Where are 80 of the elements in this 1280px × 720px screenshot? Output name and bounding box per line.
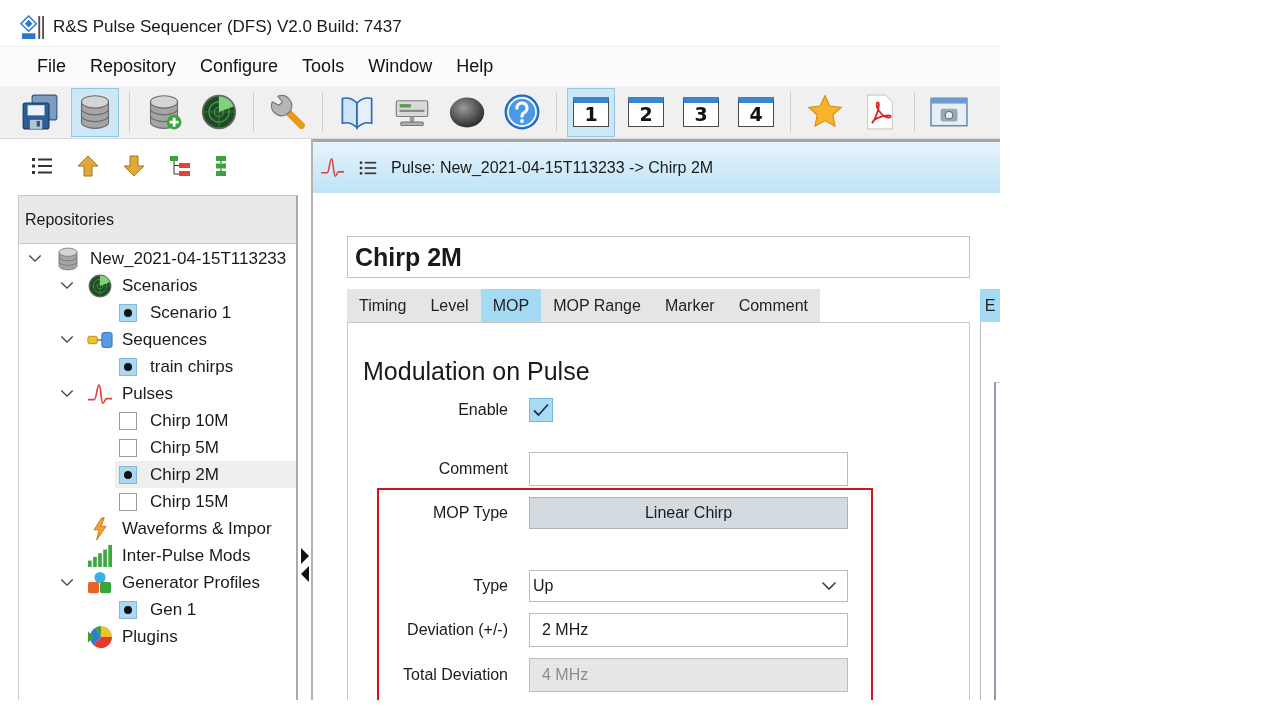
window-layout-button[interactable]: 2 (622, 87, 670, 137)
name-field[interactable]: Chirp 2M (347, 236, 970, 278)
chevron-down-icon[interactable] (60, 281, 74, 290)
tree-item[interactable]: Inter-Pulse Mods (83, 542, 296, 569)
window-layout-button[interactable]: 4 (732, 87, 780, 137)
window-title: R&S Pulse Sequencer (DFS) V2.0 Build: 7437 (53, 17, 402, 37)
menu-item[interactable]: Window (356, 52, 445, 81)
menu-item[interactable]: Help (444, 52, 506, 81)
chevron-down-icon[interactable] (60, 335, 74, 344)
field-label: Type (472, 577, 508, 595)
tab[interactable]: MOP (480, 289, 542, 322)
pulse-icon (320, 157, 345, 178)
wrench-icon (270, 94, 306, 130)
menu-item[interactable]: Repository (78, 52, 189, 81)
logo-icon (20, 14, 45, 40)
chevron-down-icon[interactable] (28, 254, 42, 263)
field-label: Enable (457, 401, 508, 419)
menu-item[interactable]: Tools (290, 52, 357, 81)
list-icon[interactable] (359, 158, 377, 177)
screenshot-icon (930, 97, 968, 127)
window-layout-button[interactable]: 3 (677, 87, 725, 137)
list-icon[interactable] (31, 155, 53, 177)
radar-icon (201, 94, 237, 130)
menu-item[interactable]: Configure (188, 52, 291, 81)
field-label: Total Deviation (402, 666, 508, 684)
radar-icon (87, 273, 113, 298)
tree-item[interactable]: Chirp 15M (115, 488, 296, 515)
tab[interactable]: Timing (347, 289, 419, 322)
pulse-icon (87, 381, 113, 406)
window-layout-button[interactable]: 1 (567, 87, 615, 137)
tree-item[interactable]: train chirps (115, 353, 296, 380)
pie-icon (87, 624, 113, 649)
tree-item[interactable]: Scenario 1 (115, 299, 296, 326)
editor-title: Pulse: New_2021-04-15T113233 -> Chirp 2M (391, 158, 714, 177)
signal-bars-icon (87, 543, 113, 568)
shapes-icon (87, 570, 113, 595)
arrow-down-icon[interactable] (123, 155, 145, 177)
text-field[interactable] (529, 452, 848, 486)
tree-item[interactable]: Scenarios (83, 272, 296, 299)
star-icon (807, 94, 843, 130)
tab[interactable]: Comment (726, 289, 820, 322)
tree-item[interactable]: Gen 1 (115, 596, 296, 623)
tab[interactable]: MOP Range (541, 289, 653, 322)
chevron-down-icon[interactable] (60, 389, 74, 398)
tree-item[interactable]: Generator Profiles (83, 569, 296, 596)
tree-icon[interactable] (169, 155, 191, 177)
tree-item[interactable]: Pulses (83, 380, 296, 407)
pdf-icon (864, 94, 896, 130)
floppy-disk-icon (22, 94, 58, 130)
tree-item[interactable]: Chirp 5M (115, 434, 296, 461)
book-icon (339, 94, 375, 130)
panel-header: Repositories (18, 195, 298, 244)
tree-item[interactable]: Sequences (83, 326, 296, 353)
chevron-down-icon (821, 581, 837, 591)
tree-item[interactable]: New_2021-04-15T113233 (51, 245, 296, 272)
field-label: Deviation (+/-) (406, 621, 508, 639)
arrow-up-icon[interactable] (77, 155, 99, 177)
blocks-icon (87, 330, 113, 349)
tree-item[interactable]: Chirp 10M (115, 407, 296, 434)
tab[interactable]: Marker (652, 289, 727, 322)
tree-item[interactable]: Waveforms & Impor (83, 515, 296, 542)
field-label: MOP Type (432, 504, 508, 522)
tab[interactable]: Level (418, 289, 481, 322)
checkbox[interactable] (529, 398, 553, 422)
dropdown[interactable]: Up (529, 570, 848, 602)
text-field[interactable]: 2 MHz (529, 613, 848, 647)
chevron-down-icon[interactable] (60, 578, 74, 587)
tab[interactable]: E (980, 289, 1000, 322)
menu-item[interactable]: File (25, 52, 78, 81)
sphere-icon (449, 96, 485, 128)
lightning-icon (91, 516, 109, 541)
help-icon (504, 94, 540, 130)
tree-item[interactable]: Chirp 2M (115, 461, 296, 488)
splitter-arrows-icon[interactable] (300, 548, 309, 582)
checkmark-icon (533, 403, 549, 417)
field-label: Comment (437, 460, 508, 478)
section-title: Modulation on Pulse (363, 358, 590, 385)
stacked-nodes-icon[interactable] (215, 155, 227, 177)
selector-button[interactable]: Linear Chirp (529, 497, 848, 529)
tree-item[interactable]: Plugins (83, 623, 296, 650)
